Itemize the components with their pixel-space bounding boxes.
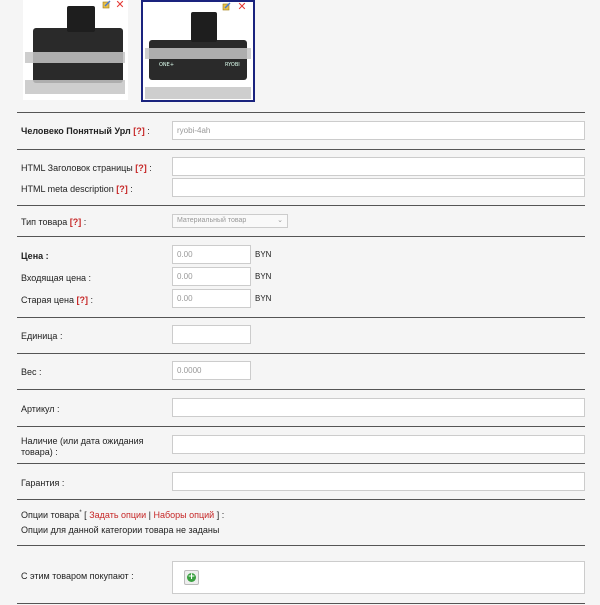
html-title-input[interactable] bbox=[172, 157, 585, 176]
image-overlay-strip bbox=[25, 52, 125, 63]
help-link[interactable]: [?] bbox=[116, 184, 128, 194]
warranty-label: Гарантия : bbox=[21, 478, 65, 488]
old-price-input[interactable]: 0.00 bbox=[172, 289, 251, 308]
divider bbox=[17, 603, 585, 604]
availability-input[interactable] bbox=[172, 435, 585, 454]
edit-icon[interactable] bbox=[102, 0, 111, 9]
product-type-label: Тип товара [?] : bbox=[21, 217, 87, 227]
divider bbox=[17, 426, 585, 427]
delete-icon[interactable]: ✕ bbox=[115, 0, 125, 10]
divider bbox=[17, 353, 585, 354]
delete-icon[interactable]: ✕ bbox=[237, 1, 247, 12]
warranty-input[interactable] bbox=[172, 472, 585, 491]
purchase-price-input[interactable]: 0.00 bbox=[172, 267, 251, 286]
options-empty-message: Опции для данной категории товара не зад… bbox=[21, 525, 220, 535]
old-price-label: Старая цена [?] : bbox=[21, 295, 93, 305]
product-image-2[interactable]: ONE+ RYOBI ✕ bbox=[141, 0, 255, 102]
image-overlay-strip bbox=[145, 48, 251, 59]
divider bbox=[17, 112, 585, 113]
product-edit-form: ✕ ONE+ RYOBI ✕ Человеко Понятный Урл [?]… bbox=[0, 0, 600, 605]
divider bbox=[17, 317, 585, 318]
purchase-price-currency: BYN bbox=[255, 272, 272, 281]
chevron-down-icon: ⌄ bbox=[277, 217, 283, 224]
help-link[interactable]: [?] bbox=[133, 126, 145, 136]
availability-label: Наличие (или дата ожидания товара) : bbox=[21, 436, 144, 457]
divider bbox=[17, 205, 585, 206]
meta-description-label: HTML meta description [?] : bbox=[21, 184, 133, 194]
battery-body bbox=[149, 40, 247, 80]
related-products-box: + bbox=[172, 561, 585, 594]
unit-input[interactable] bbox=[172, 325, 251, 344]
plus-circle-icon: + bbox=[187, 572, 196, 582]
seo-url-input[interactable]: ryobi-4ah bbox=[172, 121, 585, 140]
meta-description-input[interactable] bbox=[172, 178, 585, 197]
battery-latch bbox=[67, 6, 95, 32]
help-link[interactable]: [?] bbox=[76, 295, 88, 305]
image-overlay-strip bbox=[145, 87, 251, 99]
divider bbox=[17, 236, 585, 237]
product-image-1[interactable]: ✕ bbox=[23, 0, 128, 100]
image-overlay-strip bbox=[25, 80, 125, 94]
old-price-currency: BYN bbox=[255, 294, 272, 303]
options-label: Опции товара* [ Задать опции | Наборы оп… bbox=[21, 510, 225, 520]
edit-icon[interactable] bbox=[222, 2, 231, 11]
set-options-link[interactable]: Задать опции bbox=[89, 510, 146, 520]
brand-label: RYOBI bbox=[225, 62, 240, 68]
html-title-label: HTML Заголовок страницы [?] : bbox=[21, 163, 152, 173]
seo-url-label: Человеко Понятный Урл [?] : bbox=[21, 126, 150, 136]
divider bbox=[17, 545, 585, 546]
divider bbox=[17, 389, 585, 390]
add-related-button[interactable]: + bbox=[184, 570, 199, 585]
price-label: Цена : bbox=[21, 251, 49, 261]
divider bbox=[17, 149, 585, 150]
battery-latch bbox=[191, 12, 217, 42]
brand-label: ONE+ bbox=[159, 62, 175, 68]
divider bbox=[17, 463, 585, 464]
purchase-price-label: Входящая цена : bbox=[21, 273, 92, 283]
option-sets-link[interactable]: Наборы опций bbox=[153, 510, 214, 520]
price-currency: BYN bbox=[255, 250, 272, 259]
related-label: С этим товаром покупают : bbox=[21, 571, 134, 581]
unit-label: Единица : bbox=[21, 331, 63, 341]
product-type-select[interactable]: Материальный товар ⌄ bbox=[172, 214, 288, 228]
weight-label: Вес : bbox=[21, 367, 42, 377]
sku-input[interactable] bbox=[172, 398, 585, 417]
help-link[interactable]: [?] bbox=[70, 217, 82, 227]
weight-input[interactable]: 0.0000 bbox=[172, 361, 251, 380]
price-input[interactable]: 0.00 bbox=[172, 245, 251, 264]
sku-label: Артикул : bbox=[21, 404, 60, 414]
divider bbox=[17, 499, 585, 500]
help-link[interactable]: [?] bbox=[135, 163, 147, 173]
